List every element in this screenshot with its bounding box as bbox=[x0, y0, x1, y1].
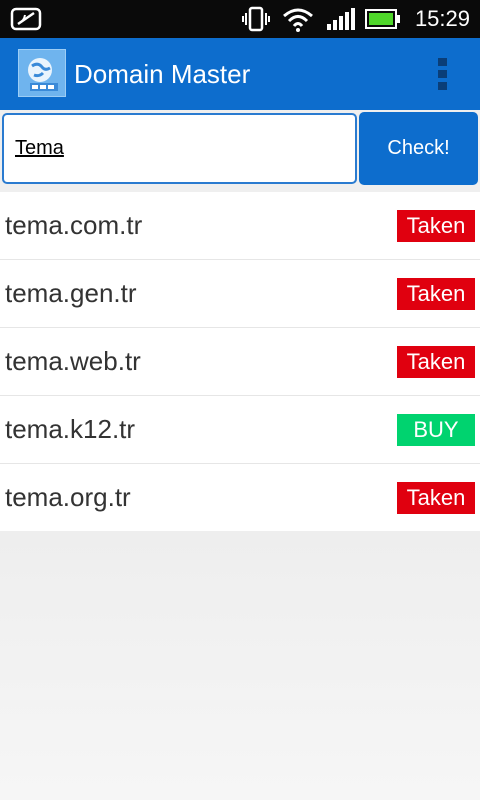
result-row[interactable]: tema.org.tr Taken bbox=[0, 464, 480, 531]
domain-name: tema.org.tr bbox=[5, 482, 131, 512]
status-badge-taken: Taken bbox=[397, 482, 475, 514]
buy-button[interactable]: BUY bbox=[397, 414, 475, 446]
vibrate-icon bbox=[241, 6, 270, 32]
status-bar: 15:29 bbox=[0, 0, 480, 38]
signal-icon bbox=[326, 8, 355, 30]
domain-name: tema.com.tr bbox=[5, 210, 143, 240]
overflow-menu-icon[interactable] bbox=[434, 58, 450, 90]
domain-search-input[interactable] bbox=[2, 113, 357, 184]
domain-name: tema.gen.tr bbox=[5, 278, 137, 308]
status-time: 15:29 bbox=[414, 6, 470, 31]
results-list: tema.com.tr Taken tema.gen.tr Taken tema… bbox=[0, 192, 480, 531]
notification-icon bbox=[10, 7, 42, 31]
status-badge-taken: Taken bbox=[397, 346, 475, 378]
result-row[interactable]: tema.k12.tr BUY bbox=[0, 396, 480, 464]
app-title: Domain Master bbox=[74, 59, 251, 89]
action-bar: Domain Master bbox=[0, 38, 480, 110]
domain-name: tema.web.tr bbox=[5, 346, 141, 376]
result-row[interactable]: tema.gen.tr Taken bbox=[0, 260, 480, 328]
result-row[interactable]: tema.web.tr Taken bbox=[0, 328, 480, 396]
wifi-icon bbox=[282, 8, 313, 32]
status-badge-taken: Taken bbox=[397, 210, 475, 242]
globe-www-icon bbox=[18, 49, 66, 97]
check-button[interactable]: Check! bbox=[359, 112, 478, 185]
battery-icon bbox=[364, 9, 400, 29]
search-row: Check! bbox=[0, 110, 480, 192]
status-badge-taken: Taken bbox=[397, 278, 475, 310]
result-row[interactable]: tema.com.tr Taken bbox=[0, 192, 480, 260]
domain-name: tema.k12.tr bbox=[5, 414, 136, 444]
